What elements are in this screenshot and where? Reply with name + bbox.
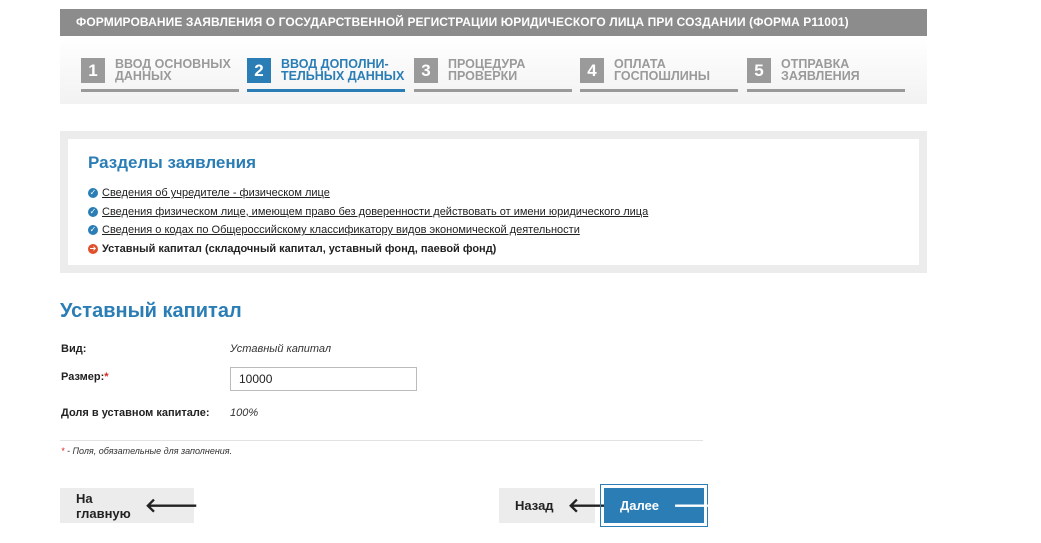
type-label: Вид: (61, 343, 87, 355)
section-link-okved-codes[interactable]: Сведения о кодах по Общероссийскому клас… (102, 224, 580, 236)
back-button[interactable]: Назад 🡐 (499, 488, 621, 523)
size-label: Размер:* (61, 371, 109, 383)
sections-panel: Разделы заявления ✓ Сведения об учредите… (60, 131, 927, 273)
step-number: 2 (247, 58, 271, 83)
step-number: 1 (81, 58, 105, 83)
check-icon: ✓ (88, 206, 98, 217)
section-link-founder[interactable]: Сведения об учредителе - физическом лице (102, 187, 330, 199)
sections-panel-inner: Разделы заявления ✓ Сведения об учредите… (68, 139, 919, 265)
step-number: 3 (414, 58, 438, 83)
required-mark: * (104, 371, 109, 383)
step-number: 5 (747, 58, 771, 83)
page-header-title: ФОРМИРОВАНИЕ ЗАЯВЛЕНИЯ О ГОСУДАРСТВЕННОЙ… (76, 15, 849, 29)
back-button-label: Назад (515, 498, 554, 513)
wizard-steps: 1 ВВОД ОСНОВНЫХ ДАННЫХ 2 ВВОД ДОПОЛНИ- ТЕЛ… (60, 36, 927, 104)
home-button-label: На главную (76, 490, 131, 521)
check-icon: ✓ (88, 225, 98, 236)
next-button-label: Далее (620, 498, 660, 513)
step-5[interactable]: 5 ОТПРАВКА ЗАЯВЛЕНИЯ (747, 56, 905, 92)
arrow-left-icon: 🡐 (144, 494, 199, 517)
section-link-authorized-person[interactable]: Сведения физическом лице, имеющем право … (102, 206, 648, 218)
section-item: ✓ Сведения о кодах по Общероссийскому кл… (88, 221, 907, 240)
next-button[interactable]: Далее 🡒 (604, 488, 727, 523)
arrow-right-icon: ➔ (88, 243, 98, 254)
next-button-focus-ring: Далее 🡒 (600, 484, 727, 527)
capital-size-input[interactable] (230, 367, 417, 391)
section-item: ✓ Сведения об учредителе - физическом ли… (88, 184, 907, 203)
step-label: ВВОД ОСНОВНЫХ ДАННЫХ (115, 57, 231, 83)
arrow-right-icon: 🡒 (673, 494, 727, 517)
step-label: ПРОЦЕДУРА ПРОВЕРКИ (448, 57, 526, 83)
step-4[interactable]: 4 ОПЛАТА ГОСПОШЛИНЫ (580, 56, 738, 92)
type-value: Уставный капитал (230, 343, 332, 355)
section-item: ✓ Сведения физическом лице, имеющем прав… (88, 203, 907, 222)
step-1[interactable]: 1 ВВОД ОСНОВНЫХ ДАННЫХ (81, 56, 239, 92)
step-label: ВВОД ДОПОЛНИ- ТЕЛЬНЫХ ДАННЫХ (281, 57, 405, 83)
page-header: ФОРМИРОВАНИЕ ЗАЯВЛЕНИЯ О ГОСУДАРСТВЕННОЙ… (60, 9, 927, 36)
form-divider (60, 440, 703, 441)
required-note: * - Поля, обязательные для заполнения. (61, 446, 233, 456)
share-label: Доля в уставном капитале: (61, 407, 210, 419)
step-3[interactable]: 3 ПРОЦЕДУРА ПРОВЕРКИ (414, 56, 572, 92)
sections-title: Разделы заявления (88, 153, 257, 172)
share-value: 100% (230, 407, 259, 419)
check-icon: ✓ (88, 188, 98, 199)
section-item: ➔ Уставный капитал (складочный капитал, … (88, 240, 907, 259)
step-label: ОПЛАТА ГОСПОШЛИНЫ (614, 57, 710, 83)
step-2[interactable]: 2 ВВОД ДОПОЛНИ- ТЕЛЬНЫХ ДАННЫХ (247, 56, 405, 92)
step-label: ОТПРАВКА ЗАЯВЛЕНИЯ (781, 57, 860, 83)
home-button[interactable]: На главную 🡐 (60, 488, 198, 523)
form-title: Уставный капитал (60, 300, 242, 322)
section-current-capital: Уставный капитал (складочный капитал, ус… (102, 242, 497, 255)
step-number: 4 (580, 58, 604, 83)
